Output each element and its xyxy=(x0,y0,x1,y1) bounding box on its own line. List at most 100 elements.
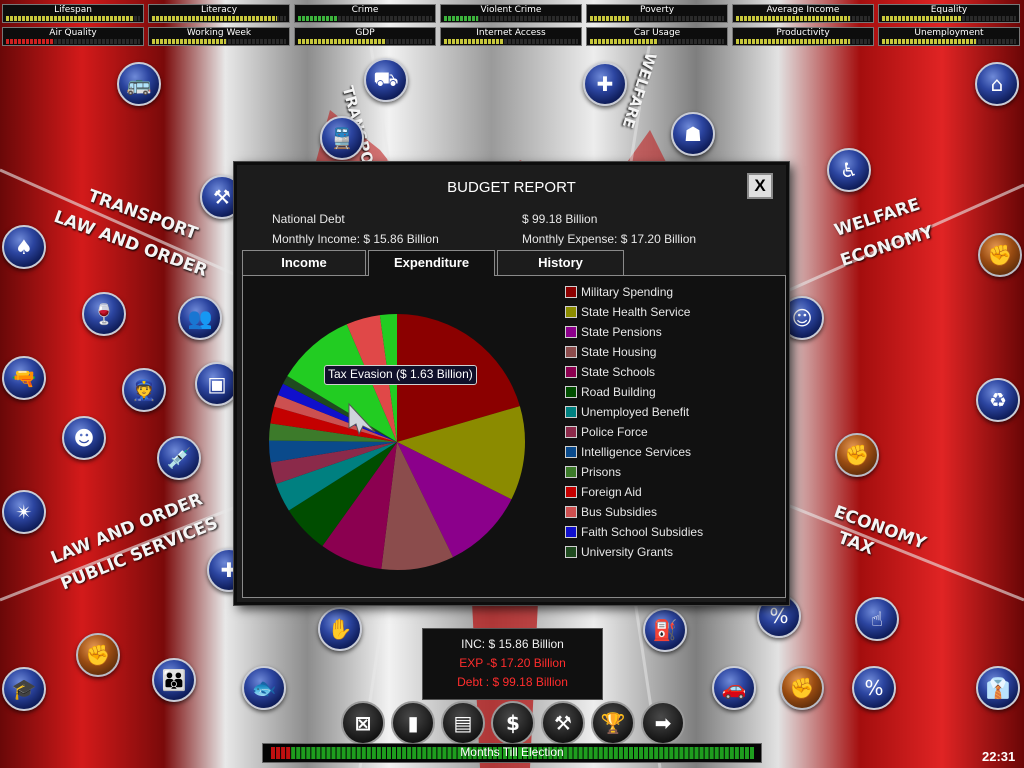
stat-track xyxy=(6,39,140,44)
alarm-icon[interactable]: ✴ xyxy=(2,490,46,534)
legend-label: State Schools xyxy=(581,365,656,379)
casino-icon[interactable]: ♠ xyxy=(2,225,46,269)
legend-item[interactable]: Police Force xyxy=(565,424,648,440)
legend-swatch xyxy=(565,366,577,378)
pressure-group-icon-3[interactable]: ✊ xyxy=(76,633,120,677)
summary-debt: Debt : $ 99.18 Billion xyxy=(457,675,568,689)
religion-icon[interactable]: ✋ xyxy=(318,607,362,651)
legend-item[interactable]: Foreign Aid xyxy=(565,484,642,500)
prisoner-icon[interactable]: ☻ xyxy=(62,416,106,460)
expenditure-pie-chart[interactable] xyxy=(267,312,527,572)
fish-icon[interactable]: 🐟 xyxy=(242,666,286,710)
stat-fill xyxy=(444,39,505,44)
gun-icon[interactable]: 🔫 xyxy=(2,356,46,400)
stat-track xyxy=(882,39,1016,44)
stat-bar-crime[interactable]: Crime xyxy=(294,4,436,23)
stat-label: Poverty xyxy=(639,5,675,15)
stat-bar-equality[interactable]: Equality xyxy=(878,4,1020,23)
hand-touch-icon[interactable]: ☝ xyxy=(855,597,899,641)
elderly-icon[interactable]: ☗ xyxy=(671,112,715,156)
stat-bar-violent-crime[interactable]: Violent Crime xyxy=(440,4,582,23)
tab-income[interactable]: Income xyxy=(242,250,366,275)
stat-label: Working Week xyxy=(186,28,252,38)
disabled-care-icon[interactable]: ♿ xyxy=(827,148,871,192)
stat-label: Average Income xyxy=(766,5,840,15)
election-label: Months Till Election xyxy=(460,745,564,759)
stat-fill xyxy=(6,16,134,21)
legend-item[interactable]: State Health Service xyxy=(565,304,690,320)
legend-label: Police Force xyxy=(581,425,648,439)
stat-bar-productivity[interactable]: Productivity xyxy=(732,27,874,46)
stat-bar-air-quality[interactable]: Air Quality xyxy=(2,27,144,46)
close-button[interactable]: X xyxy=(747,173,773,199)
hospital-ship-icon[interactable]: ✚ xyxy=(583,62,627,106)
pressure-group-icon-4[interactable]: ✊ xyxy=(780,666,824,710)
crowd-icon[interactable]: 👥 xyxy=(178,296,222,340)
stat-bar-unemployment[interactable]: Unemployment xyxy=(878,27,1020,46)
tools-icon[interactable]: ⚒ xyxy=(541,701,585,745)
legend-item[interactable]: State Schools xyxy=(565,364,655,380)
policies-document-icon[interactable]: ▤ xyxy=(441,701,485,745)
stat-label: Violent Crime xyxy=(480,5,542,15)
legend-item[interactable]: Road Building xyxy=(565,384,656,400)
syringe-icon[interactable]: 💉 xyxy=(157,436,201,480)
legend-item[interactable]: Military Spending xyxy=(565,284,673,300)
pressure-group-icon-1[interactable]: ✊ xyxy=(978,233,1022,277)
statistics-icon[interactable]: ▮ xyxy=(391,701,435,745)
stat-bar-gdp[interactable]: GDP xyxy=(294,27,436,46)
stat-fill xyxy=(152,16,277,21)
stat-fill xyxy=(6,39,53,44)
stat-bar-literacy[interactable]: Literacy xyxy=(148,4,290,23)
car-icon[interactable]: 🚗 xyxy=(712,666,756,710)
legend-item[interactable]: Intelligence Services xyxy=(565,444,691,460)
tank-icon[interactable]: ⛟ xyxy=(364,58,408,102)
stat-fill xyxy=(152,39,226,44)
national-debt-label: National Debt xyxy=(272,212,345,226)
stat-bar-lifespan[interactable]: Lifespan xyxy=(2,4,144,23)
stat-bar-poverty[interactable]: Poverty xyxy=(586,4,728,23)
legend-swatch xyxy=(565,386,577,398)
legend-item[interactable]: Faith School Subsidies xyxy=(565,524,703,540)
legend-swatch xyxy=(565,426,577,438)
trophy-icon[interactable]: 🏆 xyxy=(591,701,635,745)
police-officer-icon[interactable]: 👮 xyxy=(122,368,166,412)
recycling-icon[interactable]: ♻ xyxy=(976,378,1020,422)
legend-item[interactable]: Bus Subsidies xyxy=(565,504,657,520)
stat-track xyxy=(444,16,578,21)
rail-icon[interactable]: 🚆 xyxy=(320,116,364,160)
budget-dollar-icon[interactable]: $ xyxy=(491,701,535,745)
houses-icon[interactable]: ⌂ xyxy=(975,62,1019,106)
stat-fill xyxy=(590,16,631,21)
fuel-pump-icon[interactable]: ⛽ xyxy=(643,608,687,652)
legend-item[interactable]: State Pensions xyxy=(565,324,662,340)
id-card-icon[interactable]: ▣ xyxy=(195,362,239,406)
legend-item[interactable]: Prisons xyxy=(565,464,621,480)
legend-label: Faith School Subsidies xyxy=(581,525,704,539)
alcohol-icon[interactable]: 🍷 xyxy=(82,292,126,336)
businessman-icon[interactable]: 👔 xyxy=(976,666,1020,710)
stat-bar-average-income[interactable]: Average Income xyxy=(732,4,874,23)
tab-history[interactable]: History xyxy=(497,250,624,275)
sales-tax-icon[interactable]: % xyxy=(852,666,896,710)
legend-item[interactable]: University Grants xyxy=(565,544,673,560)
stat-bar-car-usage[interactable]: Car Usage xyxy=(586,27,728,46)
stat-track xyxy=(736,16,870,21)
legend-item[interactable]: State Housing xyxy=(565,344,656,360)
legend-label: Prisons xyxy=(581,465,622,479)
legend-swatch xyxy=(565,526,577,538)
schoolchildren-icon[interactable]: 👪 xyxy=(152,658,196,702)
stat-label: Crime xyxy=(351,5,379,15)
stat-bar-working-week[interactable]: Working Week xyxy=(148,27,290,46)
stat-label: Productivity xyxy=(776,28,830,38)
stat-fill xyxy=(736,39,850,44)
stat-bar-internet-access[interactable]: Internet Access xyxy=(440,27,582,46)
legend-item[interactable]: Unemployed Benefit xyxy=(565,404,689,420)
tab-expenditure[interactable]: Expenditure xyxy=(368,250,495,276)
bus-icon[interactable]: 🚌 xyxy=(117,62,161,106)
stat-track xyxy=(736,39,870,44)
pressure-group-icon-2[interactable]: ✊ xyxy=(835,433,879,477)
next-turn-arrow-icon[interactable]: ➡ xyxy=(641,701,685,745)
education-grant-icon[interactable]: 🎓 xyxy=(2,667,46,711)
cabinet-icon[interactable]: ⊠ xyxy=(341,701,385,745)
budget-title: BUDGET REPORT xyxy=(447,179,576,196)
